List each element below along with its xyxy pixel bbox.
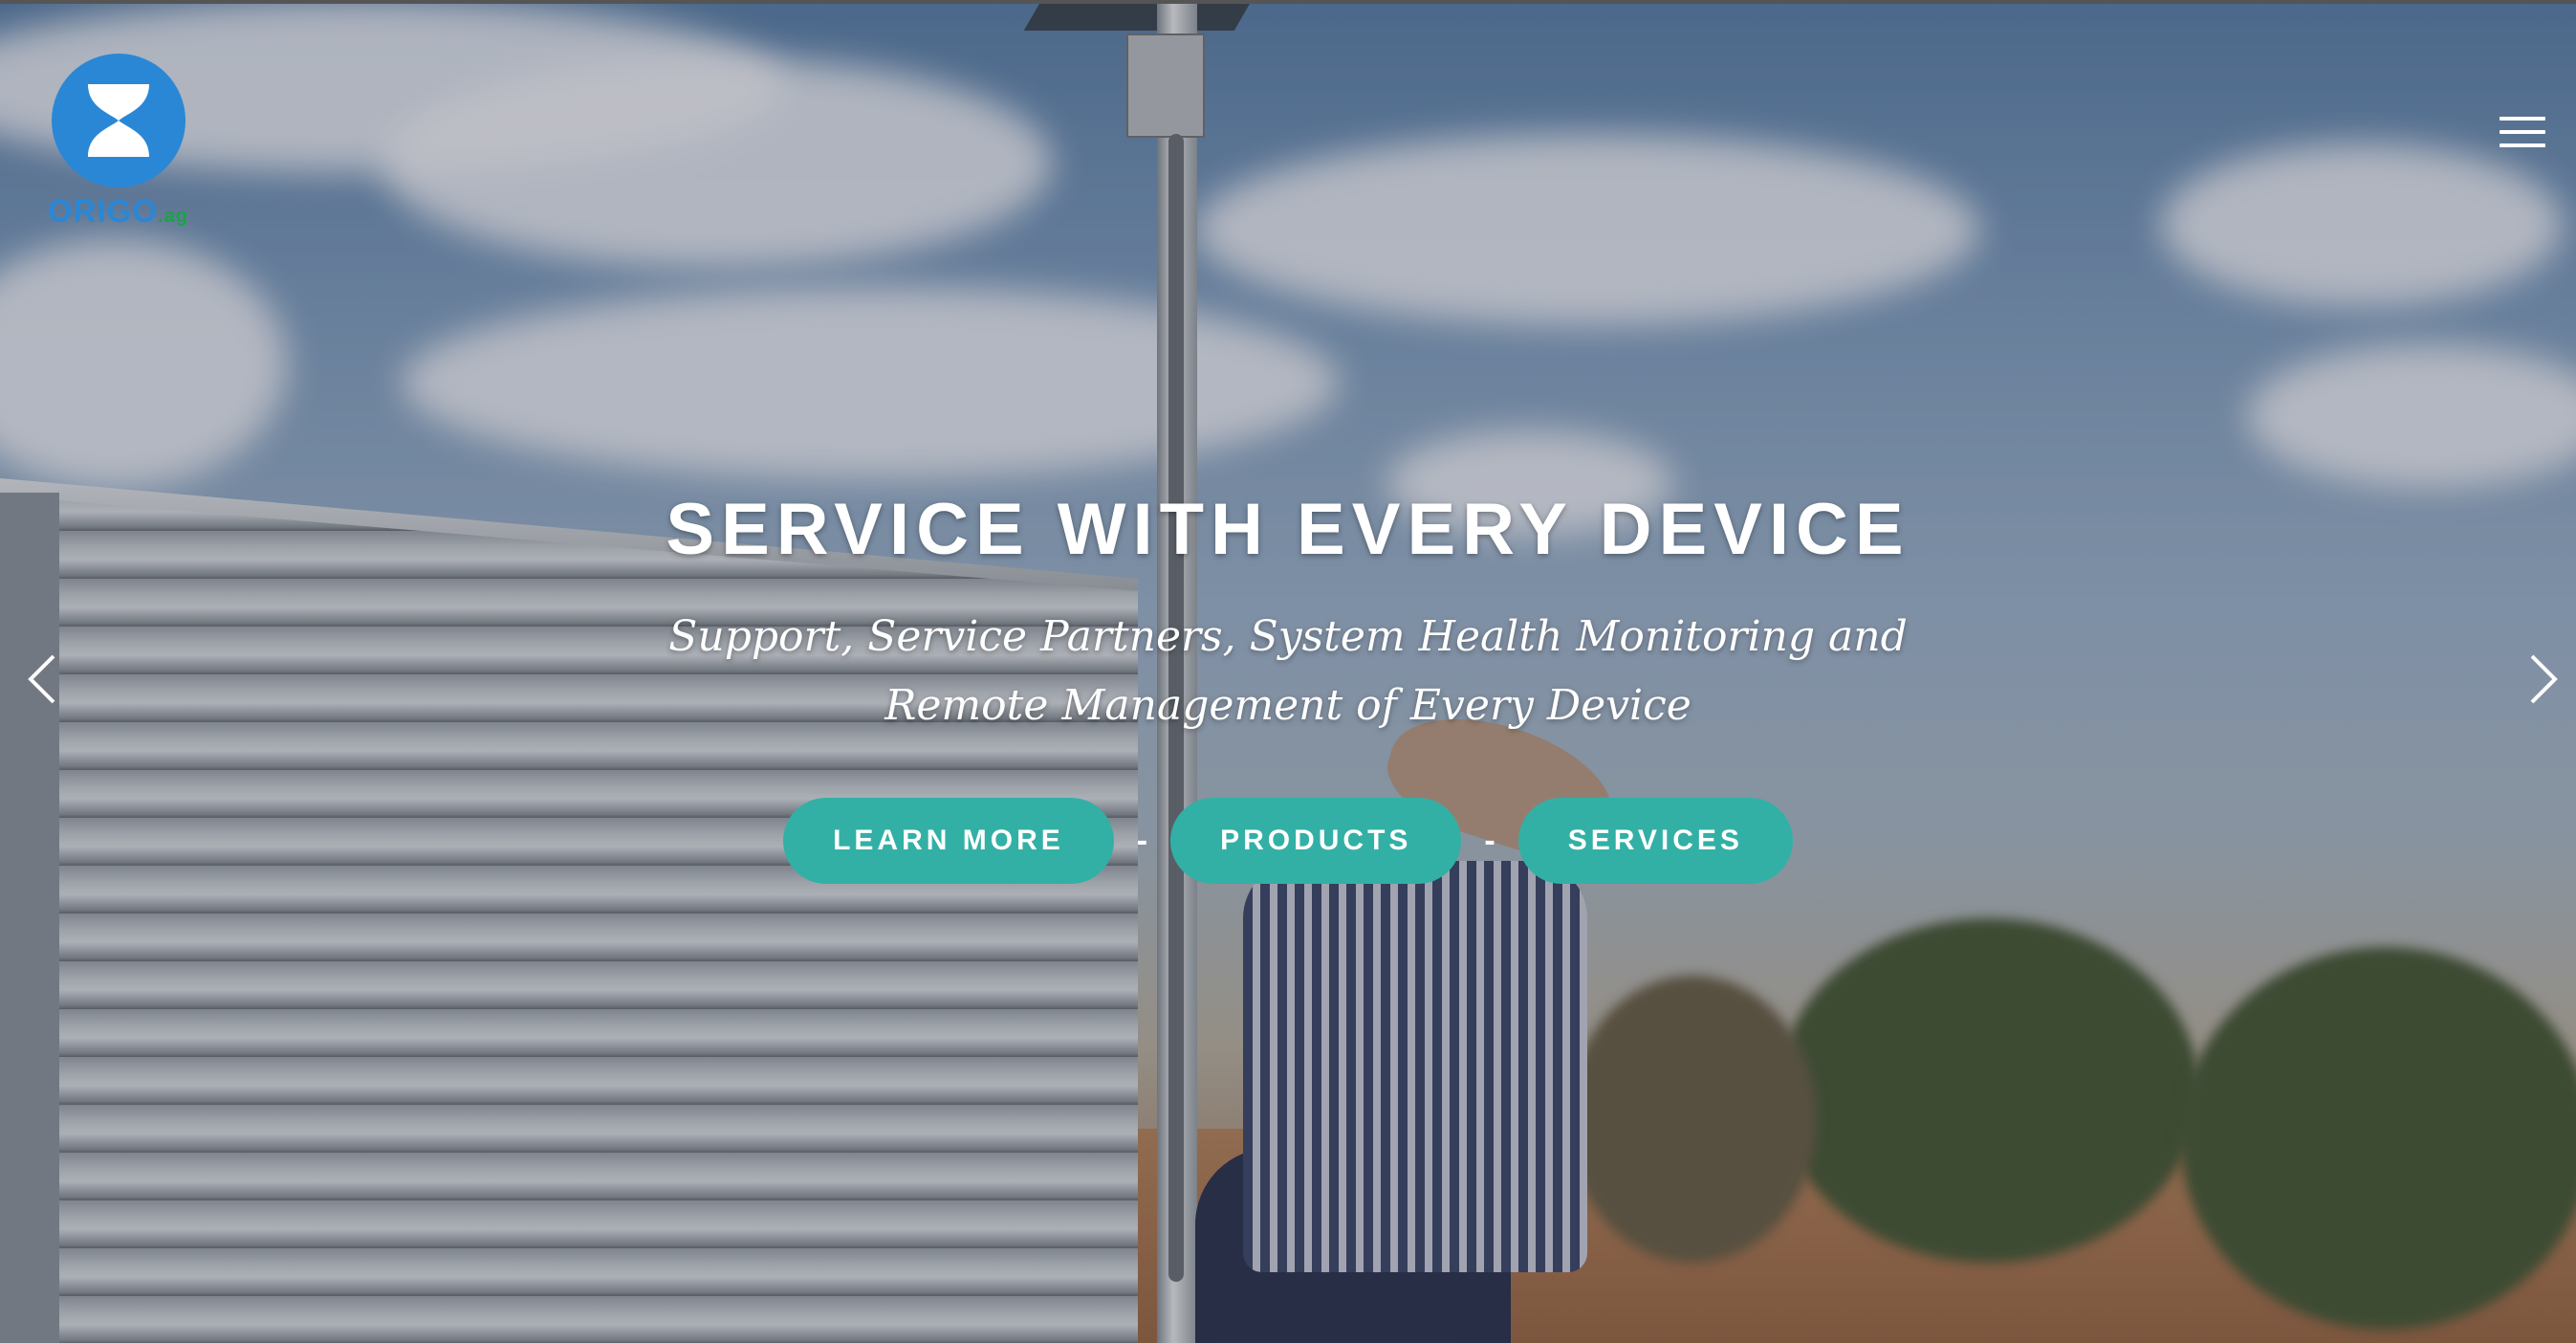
origo-logo[interactable]: ORIGO.ag [48, 50, 210, 231]
button-separator: - [1136, 822, 1148, 859]
products-button[interactable]: PRODUCTS [1170, 798, 1462, 884]
chevron-left-icon[interactable] [23, 650, 61, 708]
services-button[interactable]: SERVICES [1517, 798, 1793, 884]
hero-subtitle: Support, Service Partners, System Health… [668, 612, 1908, 730]
chevron-right-icon[interactable] [2524, 650, 2563, 708]
hero-button-group: LEARN MORE - PRODUCTS - SERVICES [0, 798, 2576, 884]
menu-line [2500, 117, 2545, 121]
logo-text: ORIGO.ag [48, 193, 188, 229]
learn-more-button[interactable]: LEARN MORE [783, 798, 1114, 884]
hero-headline: SERVICE WITH EVERY DEVICE [666, 489, 1910, 570]
button-separator: - [1484, 822, 1495, 859]
menu-line [2500, 143, 2545, 147]
hamburger-menu-icon[interactable] [2500, 117, 2545, 151]
menu-line [2500, 130, 2545, 134]
origo-logo-mark [52, 54, 186, 187]
top-border [0, 0, 2576, 4]
